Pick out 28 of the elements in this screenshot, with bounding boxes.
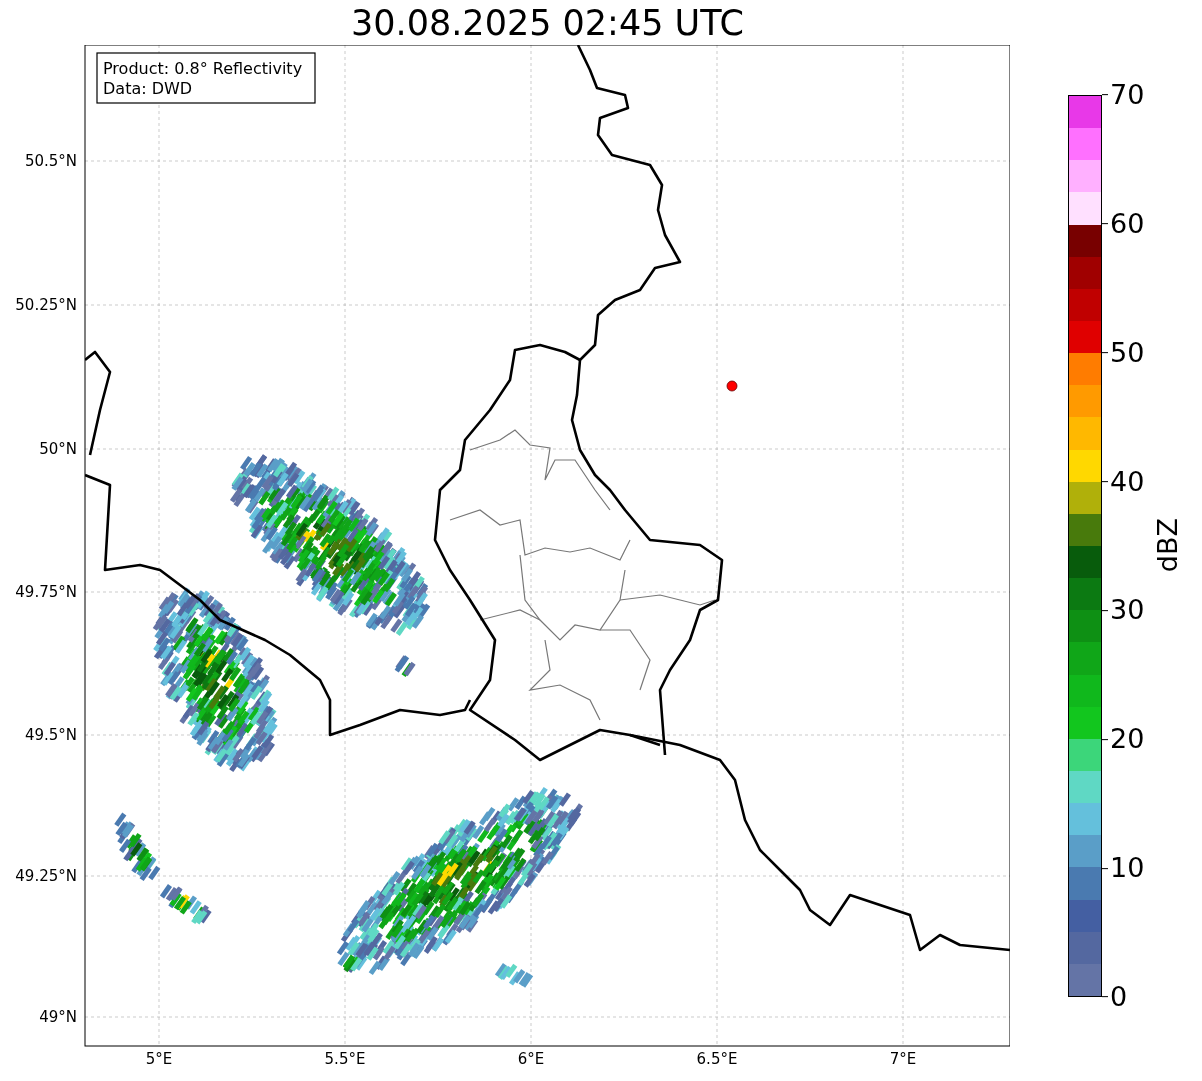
chart-title: 30.08.2025 02:45 UTC bbox=[350, 1, 745, 45]
info-text: Product: 0.8° Reflectivity bbox=[103, 59, 303, 78]
latitude-label: 50.5°N bbox=[24, 152, 77, 170]
longitude-label: 6°E bbox=[517, 1050, 545, 1068]
latitude-label: 50°N bbox=[39, 440, 77, 458]
rain-echo-drawing bbox=[394, 655, 416, 678]
latitude-label: 49°N bbox=[39, 1008, 77, 1026]
latitude-label: 49.25°N bbox=[15, 867, 77, 885]
longitude-label: 5°E bbox=[145, 1050, 173, 1068]
colorbar-tick-label: 40 bbox=[1110, 464, 1145, 499]
colorbar-tick-label: 10 bbox=[1110, 851, 1145, 885]
colorbar-label: dBZ bbox=[1152, 518, 1183, 573]
rain-echo-drawing bbox=[159, 884, 212, 925]
latitude-label: 50.25°N bbox=[15, 296, 77, 314]
info-text: Data: DWD bbox=[103, 79, 193, 98]
radar-site-marker bbox=[726, 380, 738, 392]
longitude-label: 7°E bbox=[889, 1050, 917, 1068]
colorbar-tick-label: 0 bbox=[1110, 980, 1128, 1014]
colorbar-tick-label: 20 bbox=[1110, 722, 1145, 757]
colorbar-tick-label: 60 bbox=[1110, 206, 1145, 241]
latitude-label: 49.75°N bbox=[15, 583, 77, 601]
rain-echo-drawing bbox=[114, 812, 161, 882]
longitude-label: 6.5°E bbox=[696, 1050, 738, 1068]
colorbar-tick-label: 70 bbox=[1110, 78, 1145, 112]
latitude-label: 49.5°N bbox=[24, 726, 77, 744]
colorbar-tick-label: 50 bbox=[1110, 335, 1145, 370]
longitude-label: 5.5°E bbox=[324, 1050, 366, 1068]
colorbar-tick-label: 30 bbox=[1110, 593, 1145, 628]
